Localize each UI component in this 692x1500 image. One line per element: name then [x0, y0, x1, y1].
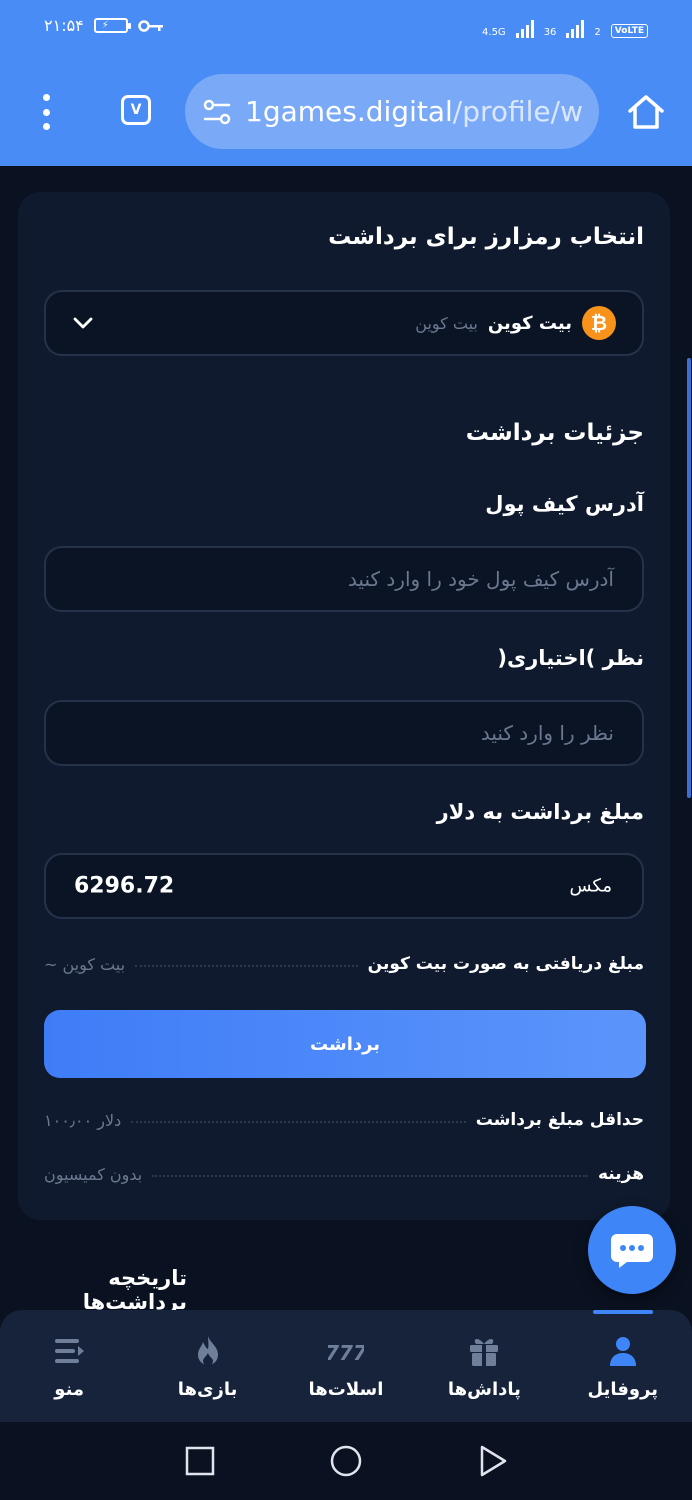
- network-type-right: 36: [543, 27, 557, 38]
- browser-chrome: ۲۱:۵۴ ⚡ 4.5G 36 2 VoLTE V 1games.digital…: [0, 0, 692, 166]
- chevron-down-icon: [73, 317, 93, 329]
- scrollbar[interactable]: [687, 358, 691, 798]
- receive-value: بیت کوین ~: [44, 954, 126, 974]
- url-host: 1games.digital: [245, 95, 453, 128]
- bitcoin-icon: ₿: [582, 306, 616, 340]
- nav-profile-label: پروفایل: [587, 1378, 659, 1400]
- network-type-left: 4.5G: [482, 27, 506, 38]
- signal-icon: [515, 18, 534, 38]
- url-path: /profile/w: [452, 95, 583, 128]
- back-triangle-icon[interactable]: [478, 1444, 508, 1478]
- address-bar[interactable]: 1games.digital/profile/w: [185, 74, 599, 149]
- details-title: جزئیات برداشت: [465, 420, 644, 446]
- min-amount-row: حداقل مبلغ برداشت دلار ۱۰۰٫۰۰: [44, 1110, 644, 1130]
- comment-input[interactable]: نظر را وارد کنید: [44, 700, 644, 766]
- receive-label: مبلغ دریافتی به صورت بیت کوین: [367, 954, 644, 974]
- crypto-select-title: انتخاب رمزارز برای برداشت: [328, 224, 644, 250]
- history-title: تاریخچه برداشت‌ها: [82, 1266, 187, 1314]
- min-amount-value: دلار ۱۰۰٫۰۰: [44, 1110, 122, 1130]
- menu-icon: [55, 1338, 85, 1363]
- amount-input[interactable]: مکس 6296.72: [44, 853, 644, 919]
- nav-menu[interactable]: منو: [0, 1310, 138, 1422]
- battery-icon: ⚡: [93, 18, 131, 33]
- gift-icon: [470, 1338, 499, 1366]
- receive-row: مبلغ دریافتی به صورت بیت کوین بیت کوین ~: [44, 954, 644, 974]
- wallet-label: آدرس کیف پول: [485, 492, 644, 516]
- url-text: 1games.digital/profile/w: [245, 95, 583, 128]
- site-settings-icon[interactable]: [199, 94, 235, 130]
- status-bar-right: 4.5G 36 2 VoLTE: [482, 18, 648, 38]
- nav-games[interactable]: بازی‌ها: [138, 1310, 276, 1422]
- bottom-navigation: پروفایل پاداش‌ها 777 اسلات‌ها بازی‌ها من…: [0, 1310, 692, 1422]
- tab-switcher-button[interactable]: V: [121, 95, 151, 125]
- dotted-divider: [135, 965, 358, 967]
- withdraw-button[interactable]: برداشت: [44, 1010, 646, 1078]
- nav-menu-label: منو: [54, 1378, 85, 1400]
- volte-badge: VoLTE: [610, 24, 648, 38]
- comment-label: نظر )اختیاری(: [497, 646, 644, 670]
- fee-row: هزینه بدون کمیسیون: [44, 1164, 644, 1184]
- support-chat-button[interactable]: [588, 1206, 676, 1294]
- dotted-divider: [152, 1175, 588, 1177]
- key-icon: [138, 19, 163, 32]
- nav-rewards-label: پاداش‌ها: [447, 1378, 521, 1400]
- svg-text:777: 777: [328, 1341, 364, 1365]
- fee-label: هزینه: [598, 1164, 644, 1184]
- home-circle-icon[interactable]: [329, 1444, 363, 1478]
- slots-777-icon: 777: [328, 1341, 364, 1365]
- home-icon[interactable]: [626, 92, 666, 132]
- amount-value: 6296.72: [74, 873, 175, 899]
- nav-profile[interactable]: پروفایل: [554, 1310, 692, 1422]
- dotted-divider: [131, 1121, 466, 1123]
- nav-games-label: بازی‌ها: [177, 1378, 238, 1400]
- max-button[interactable]: مکس: [569, 876, 612, 897]
- chat-icon: [611, 1234, 653, 1268]
- selected-crypto: بیت کوین: [487, 312, 572, 334]
- more-menu-icon[interactable]: [36, 94, 56, 130]
- signal-icon-2: [566, 18, 585, 38]
- nav-slots-label: اسلات‌ها: [308, 1378, 384, 1400]
- sim-slot: 2: [594, 27, 601, 38]
- user-icon: [609, 1336, 636, 1366]
- wallet-address-input[interactable]: آدرس کیف پول خود را وارد کنید: [44, 546, 644, 612]
- nav-rewards[interactable]: پاداش‌ها: [415, 1310, 553, 1422]
- nav-slots[interactable]: 777 اسلات‌ها: [277, 1310, 415, 1422]
- wallet-placeholder: آدرس کیف پول خود را وارد کنید: [347, 567, 614, 591]
- system-navigation-bar: [0, 1422, 692, 1500]
- status-bar-left: ۲۱:۵۴ ⚡: [44, 16, 164, 35]
- fee-value: بدون کمیسیون: [44, 1164, 143, 1184]
- min-amount-label: حداقل مبلغ برداشت: [475, 1110, 644, 1130]
- amount-label: مبلغ برداشت به دلار: [436, 800, 644, 824]
- withdraw-card: انتخاب رمزارز برای برداشت ₿ بیت کوین بیت…: [18, 192, 670, 1220]
- comment-placeholder: نظر را وارد کنید: [480, 721, 614, 745]
- crypto-select-dropdown[interactable]: ₿ بیت کوین بیت کوین: [44, 290, 644, 356]
- fire-icon: [197, 1335, 218, 1366]
- selected-crypto-sub: بیت کوین: [415, 313, 478, 333]
- status-time: ۲۱:۵۴: [44, 16, 84, 35]
- recent-apps-icon[interactable]: [185, 1446, 215, 1476]
